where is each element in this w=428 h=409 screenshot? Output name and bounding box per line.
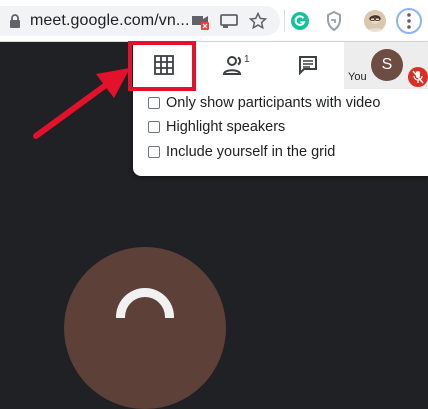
- mic-off-icon: [412, 70, 424, 84]
- self-avatar: S: [371, 49, 403, 81]
- kebab-menu-icon: [407, 13, 411, 29]
- camera-blocked-icon[interactable]: [191, 13, 211, 31]
- star-icon[interactable]: [249, 12, 267, 30]
- url-text[interactable]: meet.google.com/vn...: [30, 12, 190, 30]
- profile-avatar-icon[interactable]: [364, 10, 386, 32]
- only-video-checkbox[interactable]: [148, 97, 160, 109]
- mic-off-indicator: [408, 67, 428, 87]
- annotation-arrow-icon: [33, 68, 130, 139]
- kebab-menu-button[interactable]: [396, 8, 422, 34]
- tab-chat[interactable]: [278, 42, 338, 88]
- option-only-video[interactable]: Only show participants with video: [148, 95, 380, 111]
- toolbar-divider: [284, 10, 285, 32]
- participant-avatar: [64, 247, 226, 409]
- option-highlight-speakers[interactable]: Highlight speakers: [148, 119, 285, 135]
- only-video-label: Only show participants with video: [166, 95, 381, 111]
- option-include-yourself[interactable]: Include yourself in the grid: [148, 144, 335, 160]
- shield-extension-icon[interactable]: [326, 11, 342, 31]
- self-avatar-initial: S: [381, 56, 393, 73]
- include-yourself-checkbox[interactable]: [148, 146, 160, 158]
- chat-icon: [299, 56, 317, 75]
- highlight-speakers-label: Highlight speakers: [166, 119, 286, 135]
- lock-icon[interactable]: [9, 13, 21, 29]
- highlight-speakers-checkbox[interactable]: [148, 121, 160, 133]
- grammarly-icon[interactable]: [291, 12, 309, 30]
- cast-icon[interactable]: [219, 13, 239, 29]
- include-yourself-label: Include yourself in the grid: [166, 144, 336, 160]
- tab-people[interactable]: [206, 42, 266, 88]
- browser-toolbar: meet.google.com/vn...: [0, 0, 428, 42]
- people-count-badge: 1: [244, 54, 250, 65]
- self-label: You: [348, 71, 367, 83]
